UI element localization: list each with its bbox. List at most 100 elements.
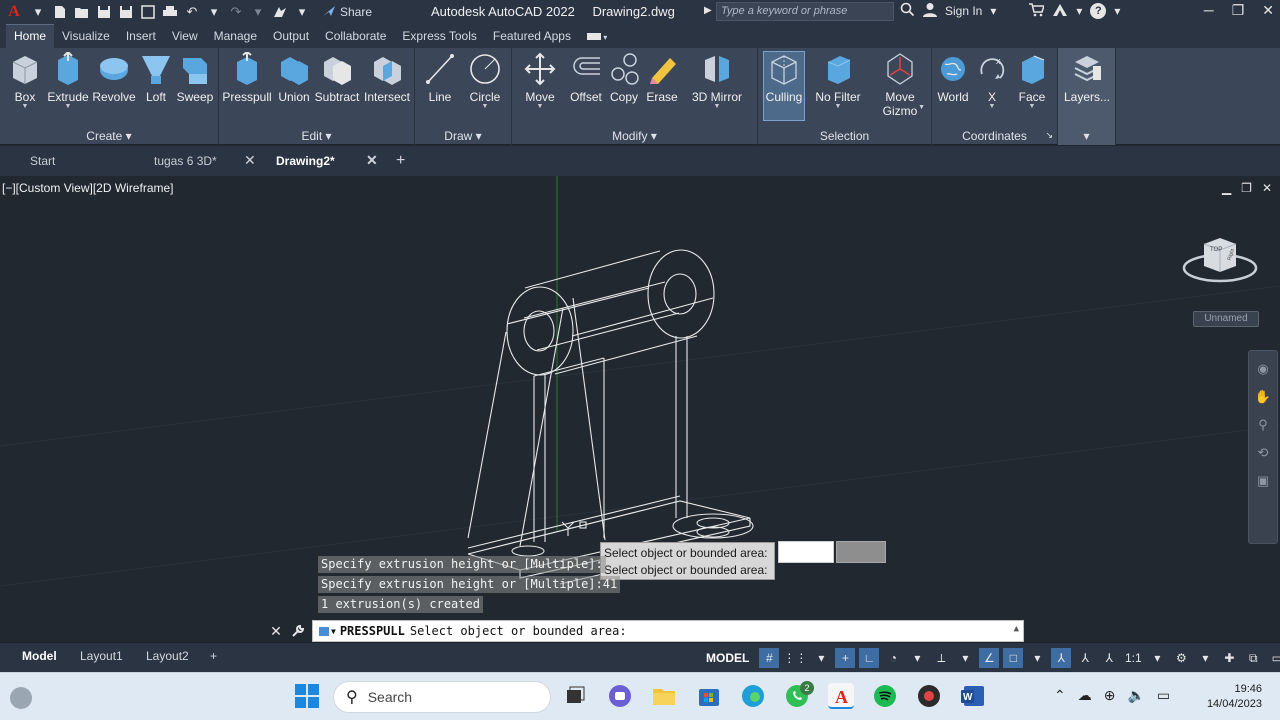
erase-tool[interactable]: Erase <box>637 52 687 104</box>
panel-create-title[interactable]: Create ▾ <box>0 129 218 145</box>
subtract-tool[interactable]: Subtract <box>312 52 362 104</box>
viewcube[interactable]: TOP Right <box>1182 232 1258 288</box>
pan-hand-icon[interactable]: ✋ <box>1254 389 1272 407</box>
object-snap-caret-icon[interactable]: ▾ <box>1027 648 1047 668</box>
recent-commands-icon[interactable] <box>319 626 329 636</box>
auto-scale-icon[interactable]: ⅄ <box>1075 648 1095 668</box>
tab-express-tools[interactable]: Express Tools <box>394 25 484 48</box>
task-view-icon[interactable] <box>562 683 588 709</box>
zoom-icon[interactable]: ⚲ <box>1254 417 1272 435</box>
steering-wheel-icon[interactable]: ◉ <box>1254 361 1272 379</box>
snap-icon[interactable]: ⋮⋮ <box>783 648 807 668</box>
edge-browser-icon[interactable] <box>740 683 766 709</box>
teams-chat-icon[interactable] <box>607 683 633 709</box>
doc-tab-tugas[interactable]: tugas 6 3D* ✕ <box>140 146 262 176</box>
sign-in-button[interactable]: Sign In <box>945 4 982 18</box>
tab-visualize[interactable]: Visualize <box>54 25 118 48</box>
user-icon[interactable] <box>923 2 937 20</box>
panel-layers-caret-icon[interactable]: ▾ <box>1058 129 1115 145</box>
doc-tab-start[interactable]: Start <box>0 146 140 176</box>
doc-tab-drawing2-close-icon[interactable]: ✕ <box>366 152 378 169</box>
workspace-icon[interactable] <box>272 4 288 20</box>
polar-tracking-icon[interactable]: ◔ <box>883 648 903 668</box>
ucs-menu-button[interactable]: Unnamed <box>1193 311 1259 327</box>
coordinates-dialog-launcher-icon[interactable]: ↘ <box>1045 130 1053 141</box>
battery-icon[interactable]: ▭ <box>1157 687 1170 704</box>
tab-manage[interactable]: Manage <box>206 25 265 48</box>
panel-modify-title[interactable]: Modify ▾ <box>512 129 757 145</box>
autocad-logo-icon[interactable]: A <box>4 3 24 21</box>
share-button[interactable]: Share <box>322 5 372 20</box>
dynamic-input-icon[interactable]: + <box>835 648 856 668</box>
tray-overflow-icon[interactable]: ⌃ <box>1054 687 1066 704</box>
recent-commands-caret-icon[interactable]: ▼ <box>331 627 336 636</box>
taskbar-clock[interactable]: 19:46 14/04/2023 <box>1198 682 1262 712</box>
dynamic-input-field-secondary[interactable] <box>836 541 886 563</box>
workspace-caret-icon[interactable]: ▾ <box>1195 648 1215 668</box>
annotation-scale-value[interactable]: 1:1 <box>1123 648 1143 668</box>
snap-caret-icon[interactable]: ▾ <box>811 648 831 668</box>
plot-icon[interactable] <box>162 4 178 20</box>
cart-icon[interactable] <box>1028 2 1046 20</box>
minimize-icon[interactable]: ─ <box>1204 2 1214 19</box>
windows-start-icon[interactable] <box>294 683 320 709</box>
panel-draw-title[interactable]: Draw ▾ <box>415 129 511 145</box>
move-tool[interactable]: Move ▼ <box>515 52 565 110</box>
restore-icon[interactable]: ❐ <box>1232 2 1245 19</box>
object-snap-icon[interactable]: □ <box>1003 648 1024 668</box>
presspull-tool[interactable]: Presspull <box>222 52 272 104</box>
redo-icon[interactable]: ↷ <box>228 4 244 20</box>
keyword-search-input[interactable]: Type a keyword or phrase <box>716 2 894 21</box>
intersect-tool[interactable]: Intersect <box>362 52 412 104</box>
new-drawing-tab-icon[interactable]: + <box>396 152 405 170</box>
extrude-tool[interactable]: Extrude ▼ <box>43 52 93 110</box>
doc-tab-drawing2[interactable]: Drawing2* ✕ <box>262 146 386 176</box>
undo-caret-icon[interactable]: ▾ <box>206 4 222 20</box>
save-as-icon[interactable] <box>118 4 134 20</box>
customize-wrench-icon[interactable] <box>288 620 308 642</box>
help-caret-icon[interactable]: ▾ <box>1114 4 1120 18</box>
customize-qat-caret-icon[interactable]: ▾ <box>294 4 310 20</box>
tab-output[interactable]: Output <box>265 25 317 48</box>
doc-tab-tugas-close-icon[interactable]: ✕ <box>244 152 256 169</box>
close-command-line-icon[interactable]: ✕ <box>266 620 286 642</box>
open-web-icon[interactable] <box>140 4 156 20</box>
workspace-gear-icon[interactable]: ⚙ <box>1171 648 1191 668</box>
annotation-monitor-icon[interactable]: ✚ <box>1219 648 1239 668</box>
layout-tab-layout2[interactable]: Layout2 <box>140 648 195 664</box>
ortho-icon[interactable]: ∟ <box>859 648 880 668</box>
units-icon[interactable]: ⧉ <box>1243 648 1263 668</box>
language-icon[interactable]: ⊕ <box>1104 687 1116 704</box>
annotation-visibility-icon[interactable]: ⅄ <box>1051 648 1072 668</box>
isodraft-icon[interactable]: ⟂ <box>931 648 951 668</box>
sweep-tool[interactable]: Sweep <box>170 52 220 104</box>
widgets-icon[interactable] <box>10 687 32 709</box>
tab-view[interactable]: View <box>164 25 206 48</box>
command-history-expand-icon[interactable]: ▲ <box>1014 624 1019 634</box>
microsoft-store-icon[interactable] <box>696 683 722 709</box>
layout-tab-layout1[interactable]: Layout1 <box>74 648 129 664</box>
culling-tool[interactable]: Culling <box>763 51 805 121</box>
line-tool[interactable]: Line <box>415 52 465 104</box>
autocad-taskbar-icon[interactable]: A <box>828 683 854 709</box>
isodraft-caret-icon[interactable]: ▾ <box>955 648 975 668</box>
layout-tab-model[interactable]: Model <box>16 648 63 664</box>
face-ucs-tool[interactable]: Face ▼ <box>1007 52 1057 110</box>
open-file-icon[interactable] <box>74 4 90 20</box>
move-gizmo-tool[interactable]: Move Gizmo ▼ <box>875 52 925 118</box>
orbit-icon[interactable]: ⟲ <box>1254 445 1272 463</box>
mirror3d-tool[interactable]: 3D Mirror ▼ <box>690 52 744 110</box>
model-space-button[interactable]: MODEL <box>700 648 756 668</box>
drawing-viewport[interactable]: [−][Custom View][2D Wireframe] ▁ ❐ ✕ TOP… <box>0 176 1280 642</box>
tab-insert[interactable]: Insert <box>118 25 164 48</box>
tab-collaborate[interactable]: Collaborate <box>317 25 394 48</box>
annotation-scale-icon[interactable]: ⅄ <box>1099 648 1119 668</box>
dynamic-input-field[interactable] <box>778 541 834 563</box>
sign-in-caret-icon[interactable]: ▾ <box>990 4 996 18</box>
clean-screen-icon[interactable]: ▭ <box>1267 648 1280 668</box>
new-file-icon[interactable] <box>52 4 68 20</box>
polar-caret-icon[interactable]: ▾ <box>907 648 927 668</box>
help-icon[interactable]: ? <box>1090 3 1107 19</box>
tab-featured-apps[interactable]: Featured Apps <box>485 25 579 48</box>
volume-icon[interactable]: 🔈 <box>1127 687 1144 704</box>
